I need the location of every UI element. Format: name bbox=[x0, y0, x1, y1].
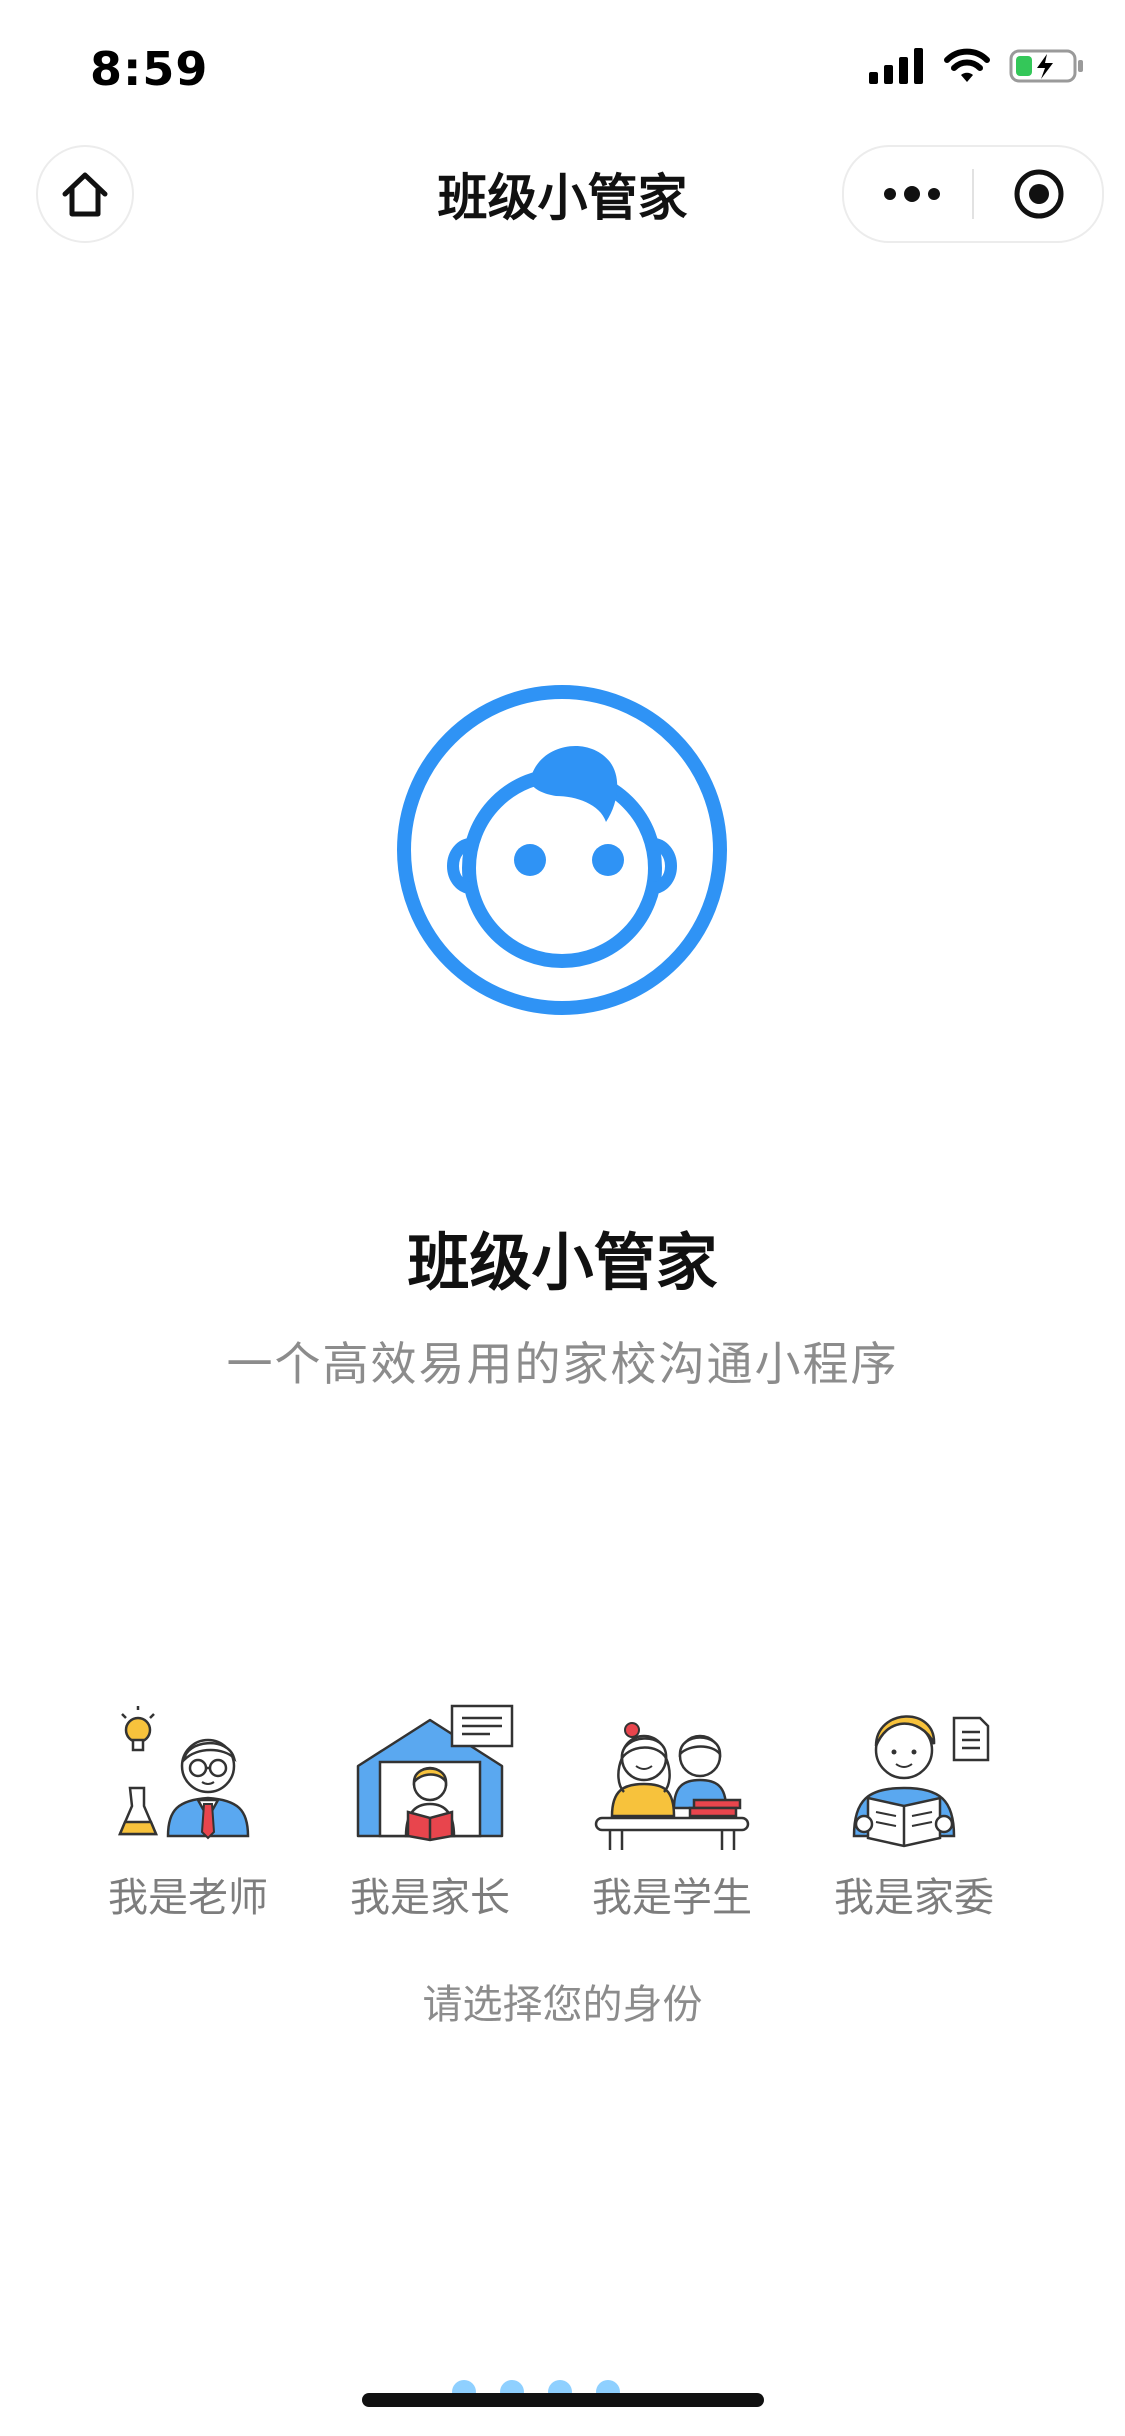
battery-charging-icon bbox=[1009, 49, 1083, 83]
app-description: 一个高效易用的家校沟通小程序 bbox=[226, 1337, 899, 1391]
baby-face-logo bbox=[397, 685, 727, 1015]
mini-program-capsule bbox=[842, 145, 1104, 243]
role-student[interactable]: 我是学生 bbox=[582, 1700, 762, 1923]
capsule-divider bbox=[972, 169, 974, 219]
role-parent[interactable]: 我是家长 bbox=[340, 1700, 520, 1923]
signal-icon bbox=[869, 48, 923, 84]
mini-program-close-icon[interactable] bbox=[1012, 167, 1066, 221]
role-teacher[interactable]: 我是老师 bbox=[98, 1700, 278, 1923]
role-committee[interactable]: 我是家委 bbox=[824, 1700, 1004, 1923]
role-label: 我是学生 bbox=[592, 1875, 752, 1921]
status-time: 8:59 bbox=[90, 42, 209, 96]
role-label: 我是家长 bbox=[350, 1875, 510, 1921]
parent-illustration bbox=[356, 1704, 514, 1842]
teacher-illustration bbox=[118, 1706, 250, 1840]
committee-illustration bbox=[852, 1715, 990, 1848]
home-indicator[interactable] bbox=[362, 2393, 764, 2407]
screen: 8:59 班级小管家 班级小管家 一个高效易用的家校沟通小程序 我是老师 我是家… bbox=[0, 0, 1125, 2436]
app-name: 班级小管家 bbox=[407, 1226, 718, 1299]
role-label: 我是老师 bbox=[108, 1875, 268, 1921]
student-illustration bbox=[594, 1722, 750, 1850]
more-dots-icon[interactable] bbox=[882, 174, 942, 214]
role-label: 我是家委 bbox=[834, 1875, 994, 1921]
role-list: 我是老师 我是家长 我是学生 我是家委 bbox=[98, 1700, 1004, 1923]
wifi-icon bbox=[944, 48, 990, 82]
role-select-hint: 请选择您的身份 bbox=[422, 1982, 703, 2028]
status-icons bbox=[869, 48, 1085, 84]
